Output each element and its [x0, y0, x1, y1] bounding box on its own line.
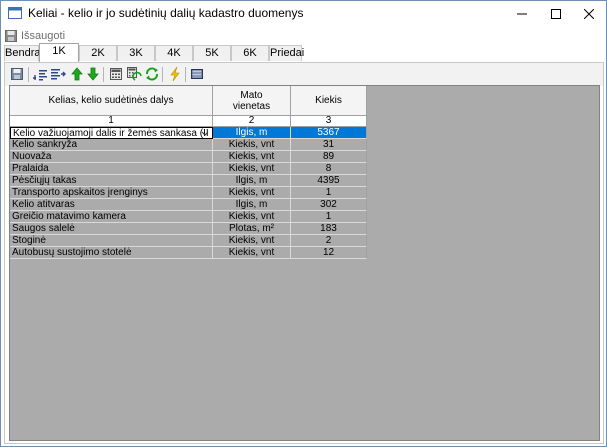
column-header-name[interactable]: Kelias, kelio sudėtinės dalys	[10, 86, 213, 116]
tab-2k[interactable]: 2K	[79, 45, 117, 61]
row-unit[interactable]: Kiekis, vnt	[213, 211, 291, 223]
row-name-value: Kelio važiuojamoji dalis ir žemės sankas…	[13, 128, 213, 139]
toolbar-separator	[185, 67, 186, 82]
maximize-button[interactable]	[539, 1, 573, 27]
data-grid: Kelias, kelio sudėtinės dalys Mato viene…	[9, 85, 600, 441]
save-menu-item[interactable]: Išsaugoti	[5, 28, 65, 44]
tab-priedai[interactable]: Priedai	[269, 45, 304, 61]
grid-toolbar	[5, 63, 603, 86]
row-unit[interactable]: Kiekis, vnt	[213, 247, 291, 259]
column-number-1: 1	[10, 116, 213, 127]
title-bar[interactable]: Keliai - kelio ir jo sudėtinių dalių kad…	[1, 1, 606, 27]
toolbar-separator	[103, 67, 104, 82]
save-icon[interactable]	[9, 66, 25, 82]
row-unit[interactable]: Kiekis, vnt	[213, 139, 291, 151]
row-quantity[interactable]: 2	[291, 235, 367, 247]
tab-5k[interactable]: 5K	[193, 45, 231, 61]
row-name[interactable]: Nuovaža	[10, 151, 213, 163]
column-number-3: 3	[291, 116, 367, 127]
calculator-icon[interactable]	[108, 66, 124, 82]
row-unit[interactable]: Ilgis, m	[213, 175, 291, 187]
row-name[interactable]: Saugos salelė	[10, 223, 213, 235]
tab-4k[interactable]: 4K	[155, 45, 193, 61]
close-icon	[584, 9, 594, 19]
row-name[interactable]: Kelio atitvaras	[10, 199, 213, 211]
column-header-quantity[interactable]: Kiekis	[291, 86, 367, 116]
main-window: Keliai - kelio ir jo sudėtinių dalių kad…	[0, 0, 607, 447]
row-quantity[interactable]: 4395	[291, 175, 367, 187]
table-row[interactable]: Pėsčiųjų takas Ilgis, m 4395	[10, 175, 367, 187]
save-menu-label: Išsaugoti	[21, 30, 66, 42]
window-title: Keliai - kelio ir jo sudėtinių dalių kad…	[28, 6, 304, 20]
row-quantity[interactable]: 89	[291, 151, 367, 163]
sort-ascending-icon[interactable]	[32, 66, 48, 82]
floppy-disk-icon	[5, 30, 17, 42]
table-row[interactable]: Stoginė Kiekis, vnt 2	[10, 235, 367, 247]
row-unit[interactable]: Ilgis, m	[213, 127, 291, 139]
row-name[interactable]: Autobusų sustojimo stotelė	[10, 247, 213, 259]
row-unit[interactable]: Kiekis, vnt	[213, 151, 291, 163]
row-name[interactable]: Pėsčiųjų takas	[10, 175, 213, 187]
minimize-icon	[517, 13, 527, 15]
tab-6k[interactable]: 6K	[231, 45, 269, 61]
tab-bendra[interactable]: Bendra	[4, 45, 40, 61]
close-button[interactable]	[572, 1, 606, 27]
row-quantity[interactable]: 302	[291, 199, 367, 211]
sort-descending-icon[interactable]	[50, 66, 66, 82]
row-name[interactable]: Transporto apskaitos įrenginys	[10, 187, 213, 199]
row-quantity[interactable]: 1	[291, 187, 367, 199]
maximize-icon	[551, 9, 561, 19]
row-unit[interactable]: Ilgis, m	[213, 199, 291, 211]
menu-bar: Išsaugoti	[1, 27, 606, 45]
row-quantity[interactable]: 8	[291, 163, 367, 175]
tab-3k[interactable]: 3K	[117, 45, 155, 61]
table-row[interactable]: Pralaida Kiekis, vnt 8	[10, 163, 367, 175]
table-row[interactable]: Transporto apskaitos įrenginys Kiekis, v…	[10, 187, 367, 199]
row-unit[interactable]: Kiekis, vnt	[213, 163, 291, 175]
row-name[interactable]: Stoginė	[10, 235, 213, 247]
table-row[interactable]: Kelio sankryža Kiekis, vnt 31	[10, 139, 367, 151]
row-unit[interactable]: Kiekis, vnt	[213, 187, 291, 199]
calculate-all-icon[interactable]	[126, 66, 142, 82]
row-quantity[interactable]: 31	[291, 139, 367, 151]
table-row[interactable]: Greičio matavimo kamera Kiekis, vnt 1	[10, 211, 367, 223]
row-name[interactable]: Kelio sankryža	[10, 139, 213, 151]
stack-icon[interactable]	[189, 66, 205, 82]
tab-panel-1k: Kelias, kelio sudėtinės dalys Mato viene…	[4, 62, 604, 444]
table-row[interactable]: Saugos salelė Plotas, m² 183	[10, 223, 367, 235]
move-up-icon[interactable]	[69, 66, 85, 82]
table-row[interactable]: Nuovaža Kiekis, vnt 89	[10, 151, 367, 163]
minimize-button[interactable]	[505, 1, 539, 27]
row-name[interactable]: Pralaida	[10, 163, 213, 175]
toolbar-separator	[162, 67, 163, 82]
row-quantity[interactable]: 5367	[291, 127, 367, 139]
table-row-selected[interactable]: Kelio važiuojamoji dalis ir žemės sankas…	[10, 127, 367, 139]
move-down-icon[interactable]	[85, 66, 101, 82]
row-quantity[interactable]: 12	[291, 247, 367, 259]
row-quantity[interactable]: 183	[291, 223, 367, 235]
row-quantity[interactable]: 1	[291, 211, 367, 223]
refresh-icon[interactable]	[144, 66, 160, 82]
column-number-2: 2	[213, 116, 291, 127]
row-unit[interactable]: Plotas, m²	[213, 223, 291, 235]
lightning-icon[interactable]	[167, 66, 183, 82]
row-name[interactable]: Greičio matavimo kamera	[10, 211, 213, 223]
table-row[interactable]: Autobusų sustojimo stotelė Kiekis, vnt 1…	[10, 247, 367, 259]
app-window-icon	[8, 7, 22, 19]
row-unit[interactable]: Kiekis, vnt	[213, 235, 291, 247]
tab-strip: Bendra 1K 2K 3K 4K 5K 6K Priedai	[4, 43, 606, 62]
tab-1k[interactable]: 1K	[39, 43, 79, 62]
chevron-down-icon[interactable]	[200, 129, 210, 138]
toolbar-separator	[28, 67, 29, 82]
column-header-unit[interactable]: Mato vienetas	[213, 86, 291, 116]
row-name-combobox[interactable]: Kelio važiuojamoji dalis ir žemės sankas…	[10, 127, 213, 139]
table-row[interactable]: Kelio atitvaras Ilgis, m 302	[10, 199, 367, 211]
